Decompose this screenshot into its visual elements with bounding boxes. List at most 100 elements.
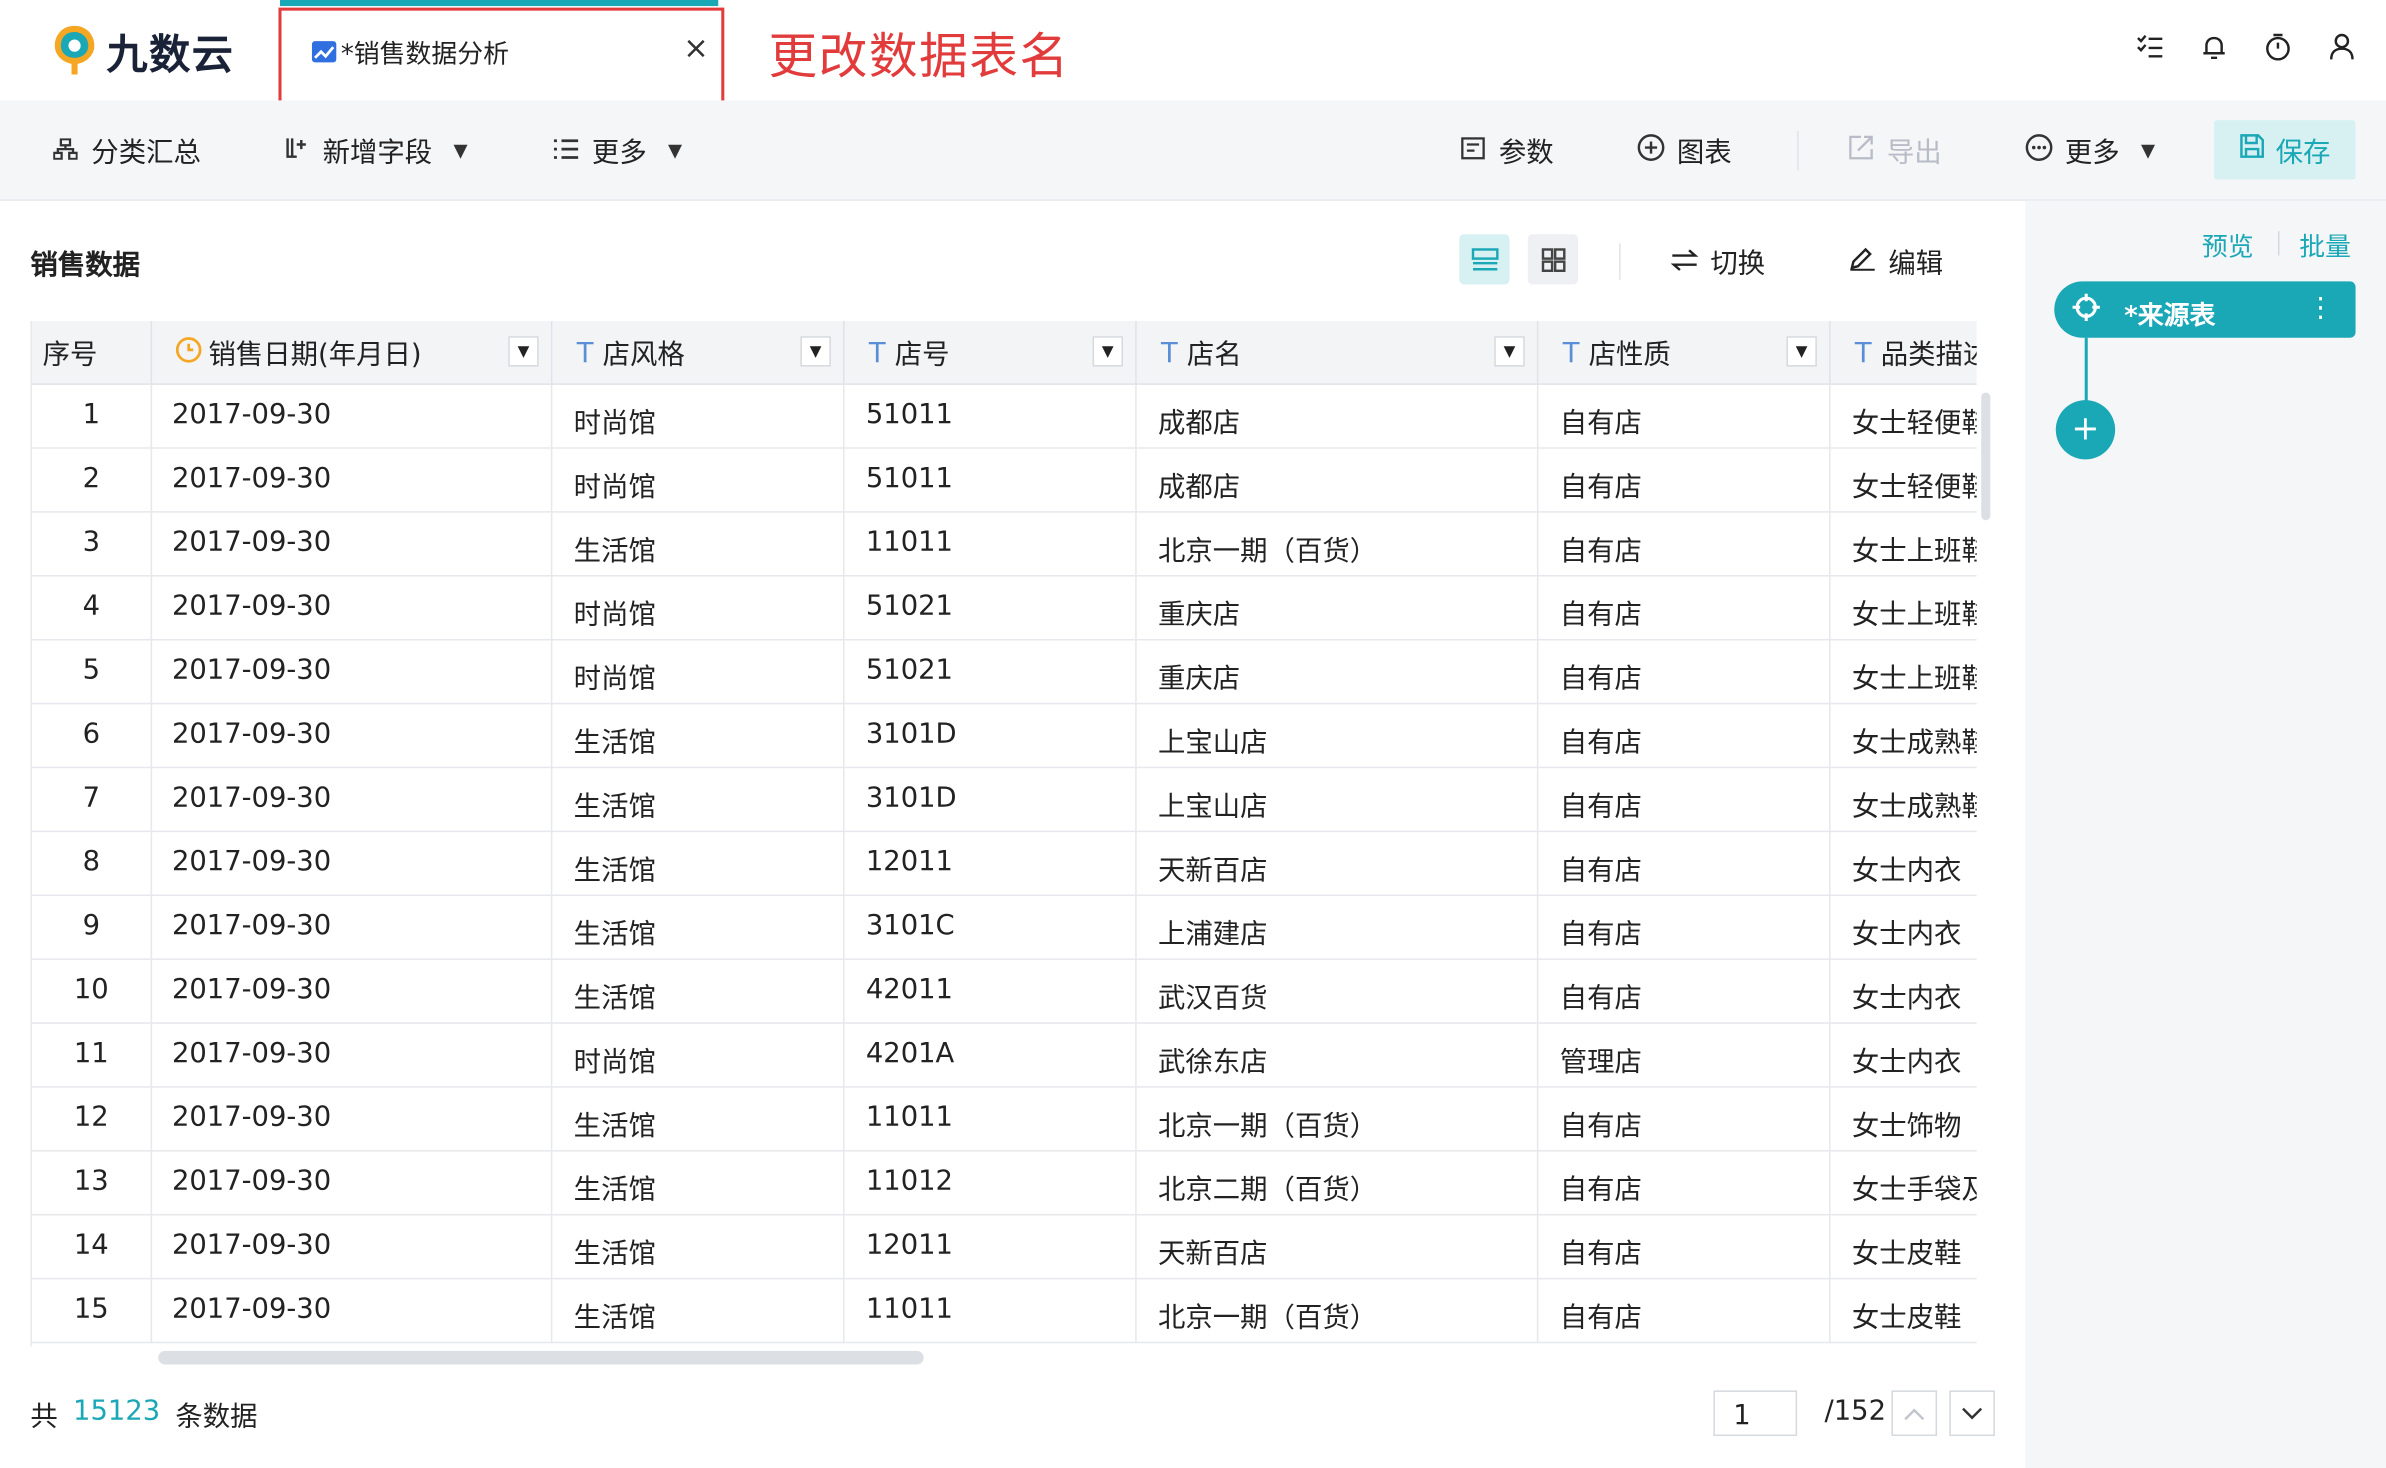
- cell-store-style: 生活馆: [552, 1151, 845, 1216]
- cell-store-name: 重庆店: [1137, 640, 1539, 705]
- task-list-icon[interactable]: [2136, 30, 2163, 63]
- cell-category: 女士内衣: [1831, 960, 1977, 1024]
- column-header-store-no[interactable]: T 店号 ▼: [845, 320, 1137, 385]
- cell-category: 女士上班鞋: [1831, 513, 1977, 577]
- source-table-node[interactable]: *来源表 ⋮: [2054, 281, 2356, 338]
- column-dropdown-icon[interactable]: ▼: [1092, 336, 1123, 367]
- logo-text: 九数云: [106, 31, 235, 79]
- grid-view-toggle[interactable]: [1527, 234, 1578, 285]
- table-row[interactable]: 7 2017-09-30 生活馆 3101D 上宝山店 自有店 女士成熟鞋: [31, 768, 1977, 833]
- text-type-icon: T: [576, 336, 594, 369]
- close-icon[interactable]: ×: [683, 29, 709, 66]
- prev-page-button[interactable]: [1891, 1390, 1938, 1437]
- column-dropdown-icon[interactable]: ▼: [508, 336, 539, 367]
- cell-index: 12: [32, 1087, 153, 1152]
- table-row[interactable]: 8 2017-09-30 生活馆 12011 天新百店 自有店 女士内衣: [31, 832, 1977, 897]
- table-row[interactable]: 1 2017-09-30 时尚馆 51011 成都店 自有店 女士轻便鞋: [31, 384, 1977, 449]
- save-button[interactable]: 保存: [2214, 120, 2356, 180]
- table-row[interactable]: 12 2017-09-30 生活馆 11011 北京一期（百货） 自有店 女士饰物: [31, 1087, 1977, 1152]
- cell-store-no: 12011: [845, 1215, 1137, 1280]
- more-menu-right[interactable]: 更多 ▼: [2025, 131, 2155, 171]
- cell-category: 女士内衣: [1831, 1024, 1977, 1088]
- tab-sales-analysis[interactable]: *销售数据分析 ×: [278, 7, 725, 105]
- more-menu-left[interactable]: 更多 ▼: [552, 131, 682, 171]
- column-header-store-name[interactable]: T 店名 ▼: [1137, 320, 1539, 385]
- cell-store-style: 生活馆: [552, 1215, 845, 1280]
- chart-button[interactable]: 图表: [1637, 131, 1732, 171]
- plus-icon: +: [2071, 410, 2100, 449]
- cell-store-type: 自有店: [1538, 704, 1831, 769]
- cell-store-no: 3101C: [845, 896, 1137, 960]
- table-row[interactable]: 3 2017-09-30 生活馆 11011 北京一期（百货） 自有店 女士上班鞋: [31, 512, 1977, 577]
- toolbar-divider: [1797, 130, 1799, 171]
- chart-file-icon: [311, 41, 337, 63]
- cell-store-type: 自有店: [1538, 384, 1831, 449]
- table-row[interactable]: 4 2017-09-30 时尚馆 51021 重庆店 自有店 女士上班鞋: [31, 576, 1977, 641]
- toolbar: 分类汇总 新增字段 ▼ 更多 ▼ 参数 图表 导出 更多 ▼: [0, 100, 2386, 201]
- next-page-button[interactable]: [1949, 1390, 1995, 1437]
- cell-store-no: 12011: [845, 832, 1137, 897]
- bell-icon[interactable]: [2200, 30, 2227, 63]
- cell-sale-date: 2017-09-30: [152, 1279, 553, 1344]
- horizontal-scrollbar[interactable]: [158, 1350, 924, 1365]
- timer-icon[interactable]: [2264, 30, 2291, 63]
- table-row[interactable]: 9 2017-09-30 生活馆 3101C 上浦建店 自有店 女士内衣: [31, 896, 1977, 960]
- cell-store-style: 生活馆: [552, 1087, 845, 1152]
- export-button[interactable]: 导出: [1847, 131, 1942, 171]
- cell-store-type: 自有店: [1538, 640, 1831, 705]
- table-row[interactable]: 2 2017-09-30 时尚馆 51011 成都店 自有店 女士轻便鞋: [31, 448, 1977, 513]
- cell-category: 女士上班鞋: [1831, 577, 1977, 641]
- table-row[interactable]: 13 2017-09-30 生活馆 11012 北京二期（百货） 自有店 女士手袋及: [31, 1151, 1977, 1216]
- cell-store-style: 生活馆: [552, 959, 845, 1024]
- column-header-sale-date[interactable]: 销售日期(年月日) ▼: [152, 320, 553, 385]
- page-number-input[interactable]: 1: [1713, 1390, 1798, 1437]
- tab-title: *销售数据分析: [340, 39, 510, 70]
- table-row[interactable]: 11 2017-09-30 时尚馆 4201A 武徐东店 管理店 女士内衣: [31, 1023, 1977, 1088]
- edit-button[interactable]: 编辑: [1849, 242, 1943, 282]
- group-summary-button[interactable]: 分类汇总: [52, 131, 201, 171]
- batch-link[interactable]: 批量: [2299, 225, 2351, 263]
- chevron-down-icon: [1962, 1407, 1983, 1419]
- column-header-label: 品类描述: [1880, 339, 1977, 372]
- add-field-button[interactable]: 新增字段 ▼: [283, 131, 468, 171]
- cell-store-style: 生活馆: [552, 768, 845, 833]
- column-dropdown-icon[interactable]: ▼: [1494, 336, 1525, 367]
- top-bar: 九数云 *销售数据分析 × 更改数据表名: [0, 0, 2386, 105]
- column-header-category[interactable]: T 品类描述: [1831, 321, 1977, 385]
- table-view-toggle[interactable]: [1459, 234, 1510, 285]
- switch-button[interactable]: 切换: [1670, 242, 1765, 282]
- table-row[interactable]: 14 2017-09-30 生活馆 12011 天新百店 自有店 女士皮鞋: [31, 1215, 1977, 1280]
- table-row[interactable]: 6 2017-09-30 生活馆 3101D 上宝山店 自有店 女士成熟鞋: [31, 704, 1977, 769]
- column-header-store-style[interactable]: T 店风格 ▼: [552, 320, 845, 385]
- column-header-store-type[interactable]: T 店性质 ▼: [1538, 320, 1831, 385]
- user-icon[interactable]: [2328, 30, 2355, 63]
- cell-store-name: 武徐东店: [1137, 1023, 1539, 1088]
- more-vertical-icon[interactable]: ⋮: [2307, 292, 2334, 324]
- vertical-scrollbar[interactable]: [1981, 392, 1991, 521]
- cell-category: 女士上班鞋: [1831, 640, 1977, 704]
- app-window: 九数云 *销售数据分析 × 更改数据表名 分类汇总 新增字段 ▼ 更多 ▼ 参数…: [0, 0, 2386, 1468]
- cell-index: 5: [32, 640, 153, 705]
- cell-store-type: 自有店: [1538, 832, 1831, 897]
- cell-store-style: 时尚馆: [552, 448, 845, 513]
- table-row[interactable]: 10 2017-09-30 生活馆 42011 武汉百货 自有店 女士内衣: [31, 959, 1977, 1024]
- cell-store-no: 51021: [845, 640, 1137, 705]
- table-title: 销售数据: [30, 249, 140, 282]
- swap-icon: [1670, 246, 1699, 278]
- cell-store-name: 成都店: [1137, 384, 1539, 449]
- cell-sale-date: 2017-09-30: [152, 576, 553, 641]
- cell-index: 3: [32, 512, 153, 577]
- table-row[interactable]: 5 2017-09-30 时尚馆 51021 重庆店 自有店 女士上班鞋: [31, 640, 1977, 705]
- params-button[interactable]: 参数: [1459, 131, 1554, 171]
- export-icon: [1847, 135, 1874, 165]
- group-summary-label: 分类汇总: [91, 136, 201, 169]
- logo[interactable]: 九数云: [52, 21, 235, 79]
- more-dots-circle-icon: [2025, 134, 2053, 167]
- cell-store-type: 自有店: [1538, 448, 1831, 513]
- column-dropdown-icon[interactable]: ▼: [1786, 336, 1817, 367]
- table-row[interactable]: 15 2017-09-30 生活馆 11011 北京一期（百货） 自有店 女士皮鞋: [31, 1279, 1977, 1344]
- add-step-button[interactable]: +: [2055, 400, 2116, 460]
- add-column-icon: [283, 135, 310, 165]
- column-dropdown-icon[interactable]: ▼: [800, 336, 831, 367]
- preview-link[interactable]: 预览: [2202, 225, 2254, 263]
